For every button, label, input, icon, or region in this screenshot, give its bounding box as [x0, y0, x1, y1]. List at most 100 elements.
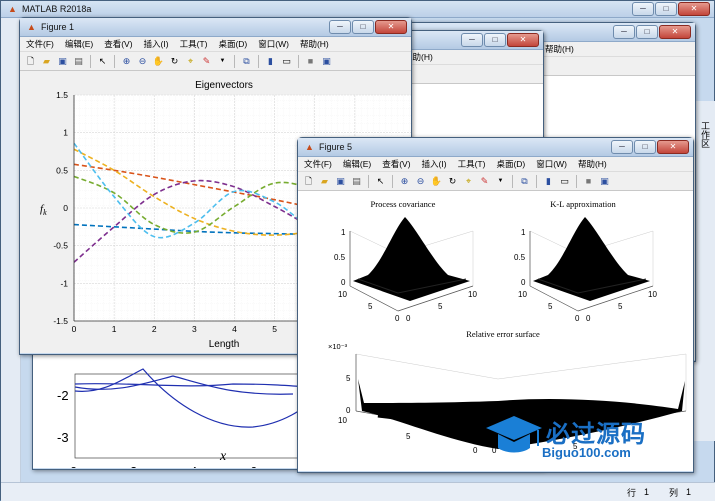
rotate-3d-icon[interactable]: ↻ — [168, 55, 181, 68]
bg-xtick-4: 4 — [190, 464, 197, 468]
print-icon[interactable]: ▤ — [72, 55, 85, 68]
menu-insert[interactable]: 插入(I) — [144, 38, 169, 50]
figure-1-titlebar[interactable]: ▲ Figure 1 ─ □ ✕ — [20, 18, 411, 37]
menu-insert[interactable]: 插入(I) — [422, 158, 447, 170]
dropdown-arrow-icon[interactable]: ▼ — [216, 55, 229, 68]
brush-icon[interactable]: ✎ — [478, 175, 491, 188]
legend-icon[interactable]: ▭ — [280, 55, 293, 68]
link-plot-icon[interactable]: ⧉ — [240, 55, 253, 68]
menu-view[interactable]: 查看(V) — [382, 158, 410, 170]
close-button[interactable]: ✕ — [659, 25, 691, 39]
zoom-out-icon[interactable]: ⊖ — [136, 55, 149, 68]
pointer-icon[interactable]: ↖ — [374, 175, 387, 188]
menu-tools[interactable]: 工具(T) — [180, 38, 208, 50]
minimize-button[interactable]: ─ — [613, 25, 635, 39]
bg-xtick-6: 6 — [250, 464, 257, 468]
bg-xlabel: x — [220, 449, 227, 464]
save-icon[interactable]: ▣ — [334, 175, 347, 188]
close-button[interactable]: ✕ — [657, 140, 689, 154]
kl-ytick-10: 10 — [648, 290, 657, 299]
figure-5-title: Figure 5 — [319, 142, 353, 152]
menu-window[interactable]: 窗口(W) — [258, 38, 289, 50]
link-plot-icon[interactable]: ⧉ — [518, 175, 531, 188]
err-xtick-0: 0 — [473, 446, 478, 455]
menu-edit[interactable]: 编辑(E) — [343, 158, 371, 170]
close-button[interactable]: ✕ — [678, 2, 710, 16]
menu-tools[interactable]: 工具(T) — [458, 158, 486, 170]
graduation-cap-icon — [486, 416, 542, 453]
minimize-button[interactable]: ─ — [611, 140, 633, 154]
show-plot-tools-icon[interactable]: ▣ — [598, 175, 611, 188]
close-button[interactable]: ✕ — [375, 20, 407, 34]
menu-file[interactable]: 文件(F) — [26, 38, 54, 50]
brush-icon[interactable]: ✎ — [200, 55, 213, 68]
maximize-button[interactable]: □ — [636, 25, 658, 39]
open-folder-icon[interactable]: ▰ — [40, 55, 53, 68]
x-tick-label: 0 — [72, 324, 77, 334]
kl-xtick-10: 10 — [518, 290, 527, 299]
dropdown-arrow-icon[interactable]: ▼ — [494, 175, 507, 188]
zoom-in-icon[interactable]: ⊕ — [120, 55, 133, 68]
figure-1-toolbar: 🗋 ▰ ▣ ▤ ↖ ⊕ ⊖ ✋ ↻ ⌖ ✎ ▼ ⧉ ▮ ▭ ■ ▣ — [20, 52, 411, 71]
err-ztick-0: 0 — [346, 406, 351, 415]
save-icon[interactable]: ▣ — [56, 55, 69, 68]
new-file-icon[interactable]: 🗋 — [24, 55, 37, 68]
zoom-out-icon[interactable]: ⊖ — [414, 175, 427, 188]
menu-help[interactable]: 帮助(H) — [578, 158, 607, 170]
rotate-3d-icon[interactable]: ↻ — [446, 175, 459, 188]
minimize-button[interactable]: ─ — [632, 2, 654, 16]
menu-help[interactable]: 帮助(H) — [545, 43, 574, 55]
cov-xtick-10: 10 — [338, 290, 347, 299]
kl-approximation-plot[interactable]: K-L approximation 1 0.5 0 10 5 0 0 5 10 — [514, 199, 657, 323]
status-col-label: 列 — [668, 487, 678, 498]
y-tick-label: 0.5 — [56, 165, 68, 175]
kl-ztick-05: 0.5 — [514, 253, 526, 262]
menu-file[interactable]: 文件(F) — [304, 158, 332, 170]
watermark-cn: 必过源码 — [546, 420, 646, 448]
status-row-value: 1 — [643, 487, 649, 497]
figure-5-titlebar[interactable]: ▲ Figure 5 ─ □ ✕ — [298, 138, 693, 157]
open-folder-icon[interactable]: ▰ — [318, 175, 331, 188]
print-icon[interactable]: ▤ — [350, 175, 363, 188]
data-cursor-icon[interactable]: ⌖ — [462, 175, 475, 188]
minimize-button[interactable]: ─ — [461, 33, 483, 47]
colorbar-icon[interactable]: ▮ — [542, 175, 555, 188]
minimize-button[interactable]: ─ — [329, 20, 351, 34]
matlab-titlebar[interactable]: ▲ MATLAB R2018a ─ □ ✕ — [1, 1, 714, 18]
figure-icon: ▲ — [27, 21, 36, 32]
cov-ztick-0: 0 — [341, 278, 346, 287]
menu-desktop[interactable]: 桌面(D) — [218, 38, 247, 50]
maximize-button[interactable]: □ — [352, 20, 374, 34]
x-tick-label: 4 — [232, 324, 237, 334]
bg-xtick-0: 0 — [70, 464, 77, 468]
cov-ztick-1: 1 — [341, 228, 346, 237]
menu-view[interactable]: 查看(V) — [104, 38, 132, 50]
maximize-button[interactable]: □ — [655, 2, 677, 16]
x-tick-label: 3 — [192, 324, 197, 334]
data-cursor-icon[interactable]: ⌖ — [184, 55, 197, 68]
hide-plot-tools-icon[interactable]: ■ — [582, 175, 595, 188]
menu-edit[interactable]: 编辑(E) — [65, 38, 93, 50]
menu-window[interactable]: 窗口(W) — [536, 158, 567, 170]
y-tick-label: -1.5 — [53, 316, 68, 326]
close-button[interactable]: ✕ — [507, 33, 539, 47]
hide-plot-tools-icon[interactable]: ■ — [304, 55, 317, 68]
colorbar-icon[interactable]: ▮ — [264, 55, 277, 68]
pan-hand-icon[interactable]: ✋ — [152, 55, 165, 68]
process-covariance-plot[interactable]: Process covariance 1 0.5 0 10 5 0 0 5 10 — [334, 199, 477, 323]
legend-icon[interactable]: ▭ — [558, 175, 571, 188]
workspace-panel-label[interactable]: 工作区 — [699, 121, 712, 148]
matlab-right-panel[interactable]: 工作区 — [693, 101, 715, 441]
y-axis-label: fk — [40, 203, 47, 217]
new-file-icon[interactable]: 🗋 — [302, 175, 315, 188]
figure-5-toolbar: 🗋 ▰ ▣ ▤ ↖ ⊕ ⊖ ✋ ↻ ⌖ ✎ ▼ ⧉ ▮ ▭ ■ ▣ — [298, 172, 693, 191]
show-plot-tools-icon[interactable]: ▣ — [320, 55, 333, 68]
menu-desktop[interactable]: 桌面(D) — [496, 158, 525, 170]
maximize-button[interactable]: □ — [484, 33, 506, 47]
cov-xtick-0: 0 — [395, 314, 400, 323]
pan-hand-icon[interactable]: ✋ — [430, 175, 443, 188]
menu-help[interactable]: 帮助(H) — [300, 38, 329, 50]
pointer-icon[interactable]: ↖ — [96, 55, 109, 68]
zoom-in-icon[interactable]: ⊕ — [398, 175, 411, 188]
maximize-button[interactable]: □ — [634, 140, 656, 154]
